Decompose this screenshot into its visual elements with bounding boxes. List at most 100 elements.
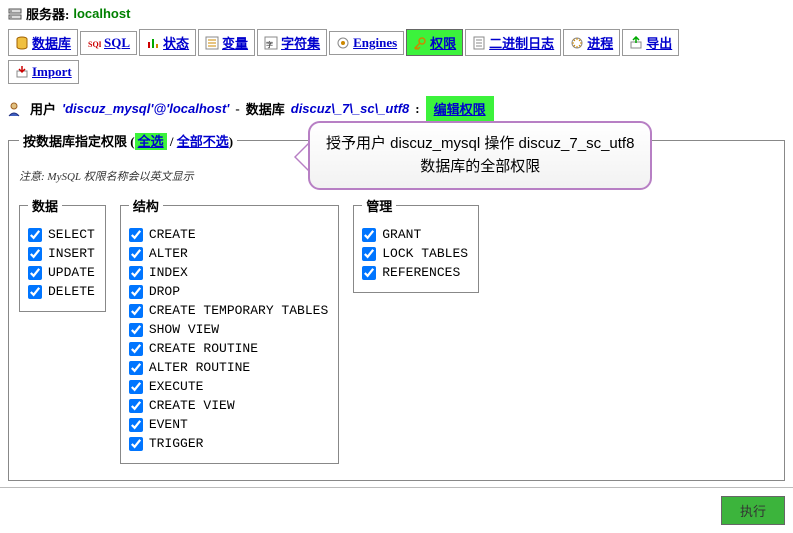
privilege-item-create[interactable]: CREATE <box>129 225 328 244</box>
tab-label: 导出 <box>646 33 672 52</box>
tab-权限[interactable]: 权限 <box>406 29 463 56</box>
privilege-label: EXECUTE <box>149 379 204 394</box>
db-value: discuz\_7\_sc\_utf8 <box>291 101 410 116</box>
tab-engines[interactable]: Engines <box>329 31 404 55</box>
privilege-item-show-view[interactable]: SHOW VIEW <box>129 320 328 339</box>
sql-icon: SQL <box>87 36 101 50</box>
privilege-item-update[interactable]: UPDATE <box>28 263 95 282</box>
privilege-item-delete[interactable]: DELETE <box>28 282 95 301</box>
privilege-item-alter-routine[interactable]: ALTER ROUTINE <box>129 358 328 377</box>
privilege-label: LOCK TABLES <box>382 246 468 261</box>
privilege-item-lock-tables[interactable]: LOCK TABLES <box>362 244 468 263</box>
admin-group: 管理 GRANTLOCK TABLESREFERENCES <box>353 196 479 293</box>
server-name: localhost <box>73 6 130 21</box>
callout-bubble: 授予用户 discuz_mysql 操作 discuz_7_sc_utf8 数据… <box>308 121 652 190</box>
privilege-checkbox[interactable] <box>129 380 143 394</box>
privilege-item-grant[interactable]: GRANT <box>362 225 468 244</box>
privilege-label: CREATE VIEW <box>149 398 235 413</box>
tab-状态[interactable]: 状态 <box>139 29 196 56</box>
privilege-item-index[interactable]: INDEX <box>129 263 328 282</box>
privilege-checkbox[interactable] <box>129 304 143 318</box>
permission-groups: 数据 SELECTINSERTUPDATEDELETE 结构 CREATEALT… <box>19 196 774 464</box>
privilege-checkbox[interactable] <box>129 418 143 432</box>
binlog-icon <box>472 36 486 50</box>
vars-icon <box>205 36 219 50</box>
server-label: 服务器: <box>26 4 69 23</box>
privilege-checkbox[interactable] <box>28 266 42 280</box>
privilege-label: DELETE <box>48 284 95 299</box>
privileges-icon <box>413 36 427 50</box>
privilege-checkbox[interactable] <box>28 247 42 261</box>
privilege-checkbox[interactable] <box>129 228 143 242</box>
callout-tail-icon <box>280 143 308 171</box>
tab-数据库[interactable]: 数据库 <box>8 29 78 56</box>
user-icon <box>8 101 24 117</box>
tab-label: 权限 <box>430 33 456 52</box>
database-icon <box>15 36 29 50</box>
import-icon <box>15 65 29 79</box>
privilege-item-select[interactable]: SELECT <box>28 225 95 244</box>
tab-二进制日志[interactable]: 二进制日志 <box>465 29 561 56</box>
tab-label: Import <box>32 64 72 80</box>
privilege-checkbox[interactable] <box>129 323 143 337</box>
privilege-item-create-temporary-tables[interactable]: CREATE TEMPORARY TABLES <box>129 301 328 320</box>
privilege-checkbox[interactable] <box>28 285 42 299</box>
deselect-all-link[interactable]: 全部不选 <box>177 134 229 149</box>
tab-进程[interactable]: 进程 <box>563 29 620 56</box>
charset-icon: 字 <box>264 36 278 50</box>
privilege-checkbox[interactable] <box>362 228 376 242</box>
user-label: 用户 <box>30 99 56 118</box>
privilege-checkbox[interactable] <box>129 361 143 375</box>
privilege-label: INDEX <box>149 265 188 280</box>
tab-label: SQL <box>104 35 130 51</box>
callout-line2: 数据库的全部权限 <box>326 156 634 179</box>
tab-字符集[interactable]: 字字符集 <box>257 29 327 56</box>
privilege-checkbox[interactable] <box>129 266 143 280</box>
tab-sql[interactable]: SQLSQL <box>80 31 137 55</box>
tab-import[interactable]: Import <box>8 60 79 84</box>
privilege-item-execute[interactable]: EXECUTE <box>129 377 328 396</box>
edit-privileges-button[interactable]: 编辑权限 <box>426 96 494 121</box>
data-group-title: 数据 <box>28 196 62 215</box>
privilege-item-create-routine[interactable]: CREATE ROUTINE <box>129 339 328 358</box>
privilege-label: CREATE ROUTINE <box>149 341 258 356</box>
privilege-item-trigger[interactable]: TRIGGER <box>129 434 328 453</box>
main-fieldset-wrap: 按数据库指定权限 (全选 / 全部不选) 注意: MySQL 权限名称会以英文显… <box>8 131 785 481</box>
privilege-checkbox[interactable] <box>129 437 143 451</box>
engines-icon <box>336 36 350 50</box>
select-all-link[interactable]: 全选 <box>135 133 167 150</box>
privilege-item-alter[interactable]: ALTER <box>129 244 328 263</box>
privilege-item-references[interactable]: REFERENCES <box>362 263 468 282</box>
tab-导出[interactable]: 导出 <box>622 29 679 56</box>
tab-变量[interactable]: 变量 <box>198 29 255 56</box>
tab-label: 数据库 <box>32 33 71 52</box>
title-line: 用户 'discuz_mysql'@'localhost' - 数据库 disc… <box>0 88 793 125</box>
tabs-row-2: Import <box>8 60 785 84</box>
privilege-item-insert[interactable]: INSERT <box>28 244 95 263</box>
privilege-item-drop[interactable]: DROP <box>129 282 328 301</box>
privilege-checkbox[interactable] <box>129 399 143 413</box>
privilege-label: REFERENCES <box>382 265 460 280</box>
privilege-checkbox[interactable] <box>129 285 143 299</box>
privilege-checkbox[interactable] <box>362 266 376 280</box>
footer-bar: 执行 <box>0 487 793 533</box>
execute-button[interactable]: 执行 <box>721 496 785 525</box>
privilege-label: GRANT <box>382 227 421 242</box>
privilege-label: CREATE TEMPORARY TABLES <box>149 303 328 318</box>
privilege-checkbox[interactable] <box>28 228 42 242</box>
tab-label: 进程 <box>587 33 613 52</box>
header: 服务器: localhost 数据库SQLSQL状态变量字字符集Engines权… <box>0 0 793 88</box>
db-label: 数据库 <box>246 99 285 118</box>
privilege-item-event[interactable]: EVENT <box>129 415 328 434</box>
privilege-label: SHOW VIEW <box>149 322 219 337</box>
privilege-checkbox[interactable] <box>129 247 143 261</box>
structure-group: 结构 CREATEALTERINDEXDROPCREATE TEMPORARY … <box>120 196 339 464</box>
processes-icon <box>570 36 584 50</box>
privilege-label: DROP <box>149 284 180 299</box>
tab-label: 二进制日志 <box>489 33 554 52</box>
privilege-item-create-view[interactable]: CREATE VIEW <box>129 396 328 415</box>
main-legend: 按数据库指定权限 (全选 / 全部不选) <box>19 131 237 150</box>
privilege-label: UPDATE <box>48 265 95 280</box>
privilege-checkbox[interactable] <box>129 342 143 356</box>
privilege-checkbox[interactable] <box>362 247 376 261</box>
